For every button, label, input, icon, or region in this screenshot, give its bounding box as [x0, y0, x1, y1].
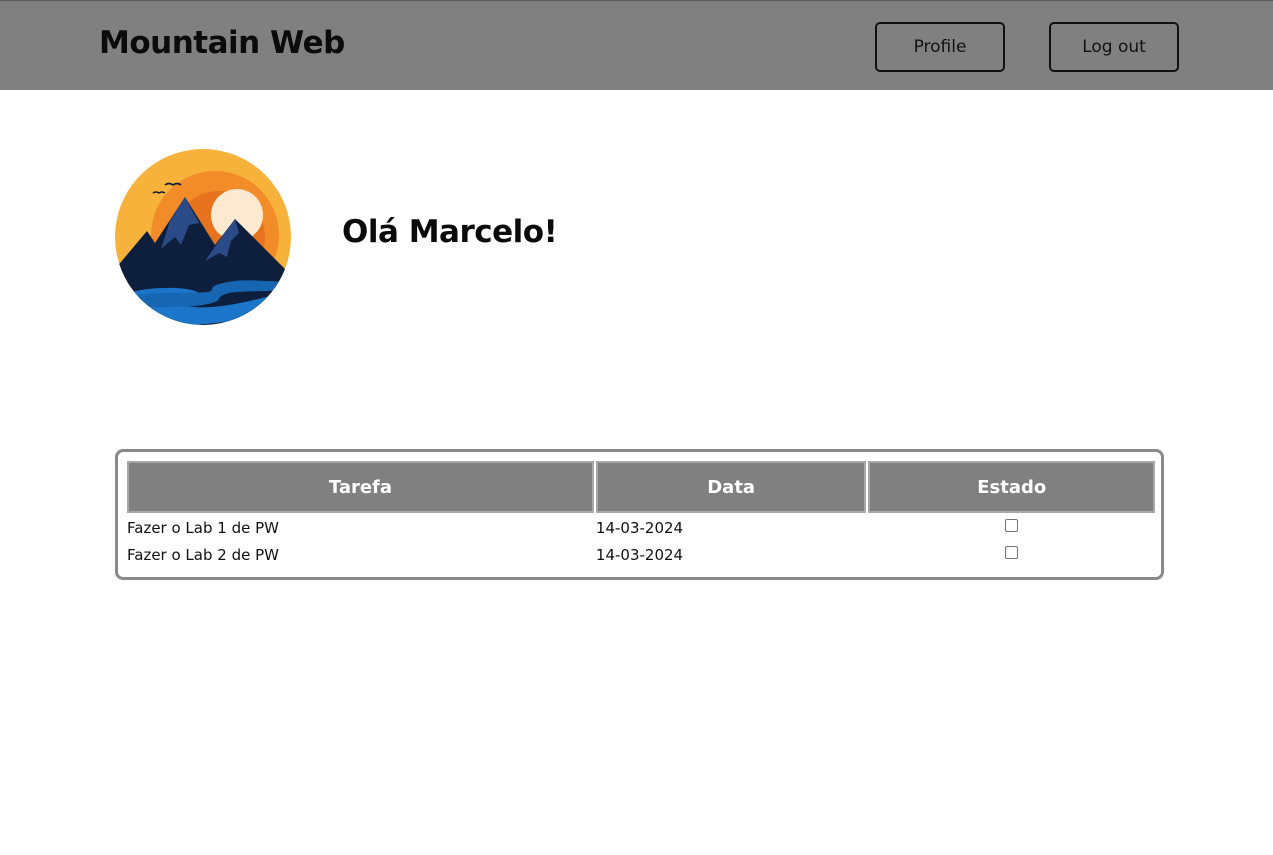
task-date: 14-03-2024 — [595, 518, 684, 537]
profile-button[interactable]: Profile — [875, 22, 1005, 72]
table-row: Fazer o Lab 2 de PW 14-03-2024 — [127, 542, 1155, 567]
table-row: Fazer o Lab 1 de PW 14-03-2024 — [127, 515, 1155, 540]
status-checkbox[interactable] — [1005, 518, 1019, 532]
task-status — [868, 542, 1155, 567]
top-navbar: Mountain Web Profile Log out — [0, 0, 1273, 90]
logout-button[interactable]: Log out — [1049, 22, 1179, 72]
task-name: Fazer o Lab 1 de PW — [127, 518, 279, 537]
tasks-table-container: Tarefa Data Estado Fazer o Lab 1 de PW 1… — [115, 449, 1164, 580]
task-date: 14-03-2024 — [595, 545, 684, 564]
greeting-heading: Olá Marcelo! — [342, 214, 558, 250]
table-header-row: Tarefa Data Estado — [127, 461, 1155, 513]
column-header-status: Estado — [868, 461, 1155, 513]
tasks-table: Tarefa Data Estado Fazer o Lab 1 de PW 1… — [125, 459, 1157, 569]
site-title: Mountain Web — [99, 25, 345, 61]
task-name: Fazer o Lab 2 de PW — [127, 545, 279, 564]
mountain-logo — [115, 149, 291, 325]
task-status — [868, 515, 1155, 540]
column-header-date: Data — [595, 461, 867, 513]
column-header-task: Tarefa — [127, 461, 594, 513]
status-checkbox[interactable] — [1005, 545, 1019, 559]
